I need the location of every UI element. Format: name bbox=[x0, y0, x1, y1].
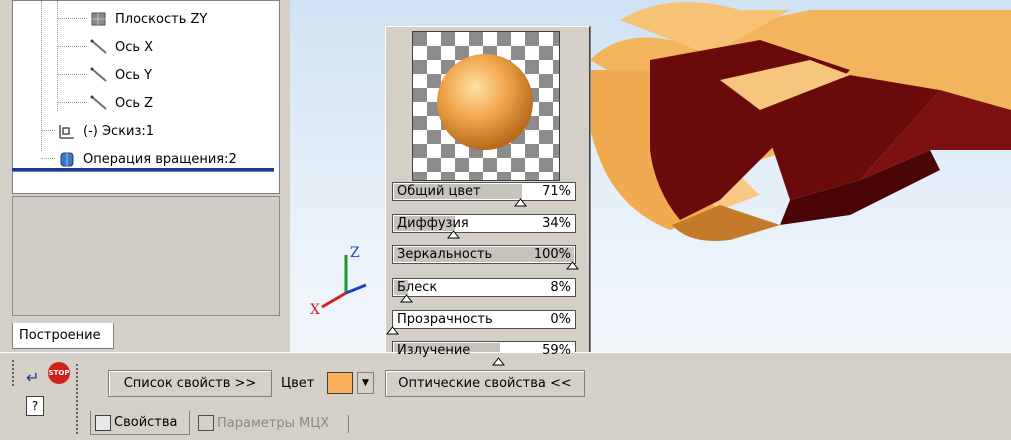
properties-icon bbox=[95, 414, 111, 431]
slider-thumb-icon[interactable] bbox=[565, 259, 580, 270]
axis-x-label: X bbox=[310, 302, 320, 318]
stop-icon[interactable]: STOP bbox=[48, 362, 70, 384]
tab-label: Свойства bbox=[114, 415, 178, 430]
property-label: Излучение bbox=[397, 343, 471, 358]
tree-item-axis-x[interactable]: Ось X bbox=[89, 37, 153, 57]
material-property-row[interactable]: Зеркальность 100% bbox=[392, 245, 580, 270]
property-label: Зеркальность bbox=[397, 247, 493, 262]
help-icon[interactable]: ? bbox=[26, 396, 44, 416]
slider-thumb-icon[interactable] bbox=[385, 324, 400, 335]
model-tree: Плоскость ZY Ось X Ось Y Ось Z (-) Эскиз… bbox=[12, 0, 280, 194]
color-swatch[interactable] bbox=[327, 372, 353, 394]
material-property-row[interactable]: Диффузия 34% bbox=[392, 214, 578, 239]
tab-mcx-params[interactable]: Параметры МЦХ bbox=[198, 411, 348, 435]
tree-splitter[interactable] bbox=[12, 168, 274, 172]
axis-icon bbox=[89, 66, 109, 84]
sphere-preview-icon bbox=[413, 32, 559, 180]
mcx-params-icon bbox=[198, 415, 214, 431]
tree-item-label: Ось Z bbox=[115, 95, 154, 111]
slider-thumb-icon[interactable] bbox=[446, 228, 461, 239]
property-slider[interactable]: Зеркальность 100% bbox=[392, 245, 576, 264]
enter-arrow-icon[interactable]: ↵ bbox=[26, 368, 39, 387]
tab-label: Параметры МЦХ bbox=[217, 415, 330, 431]
tree-item-label: Плоскость ZY bbox=[115, 11, 208, 27]
tree-item-revolve-operation[interactable]: Операция вращения:2 bbox=[57, 149, 237, 169]
property-value: 34% bbox=[542, 216, 571, 231]
tab-divider bbox=[348, 415, 349, 433]
property-value: 71% bbox=[542, 184, 571, 199]
tree-item-label: Ось X bbox=[115, 39, 154, 55]
property-slider[interactable]: Общий цвет 71% bbox=[392, 182, 576, 201]
tab-postroenie[interactable]: Построение bbox=[12, 323, 114, 349]
button-label: Оптические свойства << bbox=[398, 376, 572, 391]
property-value: 59% bbox=[542, 343, 571, 358]
tree-item-axis-y[interactable]: Ось Y bbox=[89, 65, 152, 85]
button-label: Список свойств >> bbox=[123, 376, 257, 391]
color-dropdown-button[interactable]: ▼ bbox=[357, 372, 374, 394]
material-property-row[interactable]: Общий цвет 71% bbox=[392, 182, 578, 207]
property-value: 8% bbox=[550, 280, 571, 295]
color-label: Цвет bbox=[281, 376, 315, 391]
tree-item-axis-z[interactable]: Ось Z bbox=[89, 93, 153, 113]
tree-item-label: Ось Y bbox=[115, 67, 153, 83]
property-slider[interactable]: Диффузия 34% bbox=[392, 214, 576, 233]
tree-item-label: (-) Эскиз:1 bbox=[83, 123, 155, 139]
property-label: Общий цвет bbox=[397, 184, 481, 199]
tree-lower-area bbox=[12, 196, 280, 316]
material-property-row[interactable]: Блеск 8% bbox=[392, 278, 578, 303]
slider-thumb-icon[interactable] bbox=[513, 196, 528, 207]
slider-thumb-icon[interactable] bbox=[399, 292, 414, 303]
tree-item-plane-zy[interactable]: Плоскость ZY bbox=[89, 9, 207, 29]
axis-icon bbox=[89, 94, 109, 112]
plane-icon bbox=[89, 10, 109, 28]
property-slider[interactable]: Блеск 8% bbox=[392, 278, 576, 297]
material-property-row[interactable]: Прозрачность 0% bbox=[385, 310, 578, 335]
chevron-down-icon: ▼ bbox=[362, 378, 369, 388]
revolve-operation-icon bbox=[57, 150, 77, 168]
tab-properties[interactable]: Свойства bbox=[90, 411, 190, 435]
slider-thumb-icon[interactable] bbox=[491, 355, 506, 366]
tab-label: Построение bbox=[19, 328, 101, 343]
properties-list-button[interactable]: Список свойств >> bbox=[108, 370, 272, 397]
tree-item-label: Операция вращения:2 bbox=[83, 151, 237, 167]
property-value: 0% bbox=[550, 312, 571, 327]
sketch-icon bbox=[57, 122, 77, 140]
axis-z-label: Z bbox=[350, 245, 360, 261]
tree-item-sketch[interactable]: (-) Эскиз:1 bbox=[57, 121, 154, 141]
material-preview bbox=[412, 31, 560, 181]
optical-properties-button[interactable]: Оптические свойства << bbox=[385, 370, 585, 397]
bottom-tabs: Свойства Параметры МЦХ bbox=[90, 411, 1011, 439]
toolbar-grip[interactable] bbox=[76, 364, 81, 434]
property-label: Прозрачность bbox=[397, 312, 493, 327]
left-command-strip: ↵ STOP ? bbox=[8, 356, 70, 436]
property-slider[interactable]: Прозрачность 0% bbox=[392, 310, 576, 329]
axis-icon bbox=[89, 38, 109, 56]
toolbar-grip[interactable] bbox=[12, 360, 17, 386]
